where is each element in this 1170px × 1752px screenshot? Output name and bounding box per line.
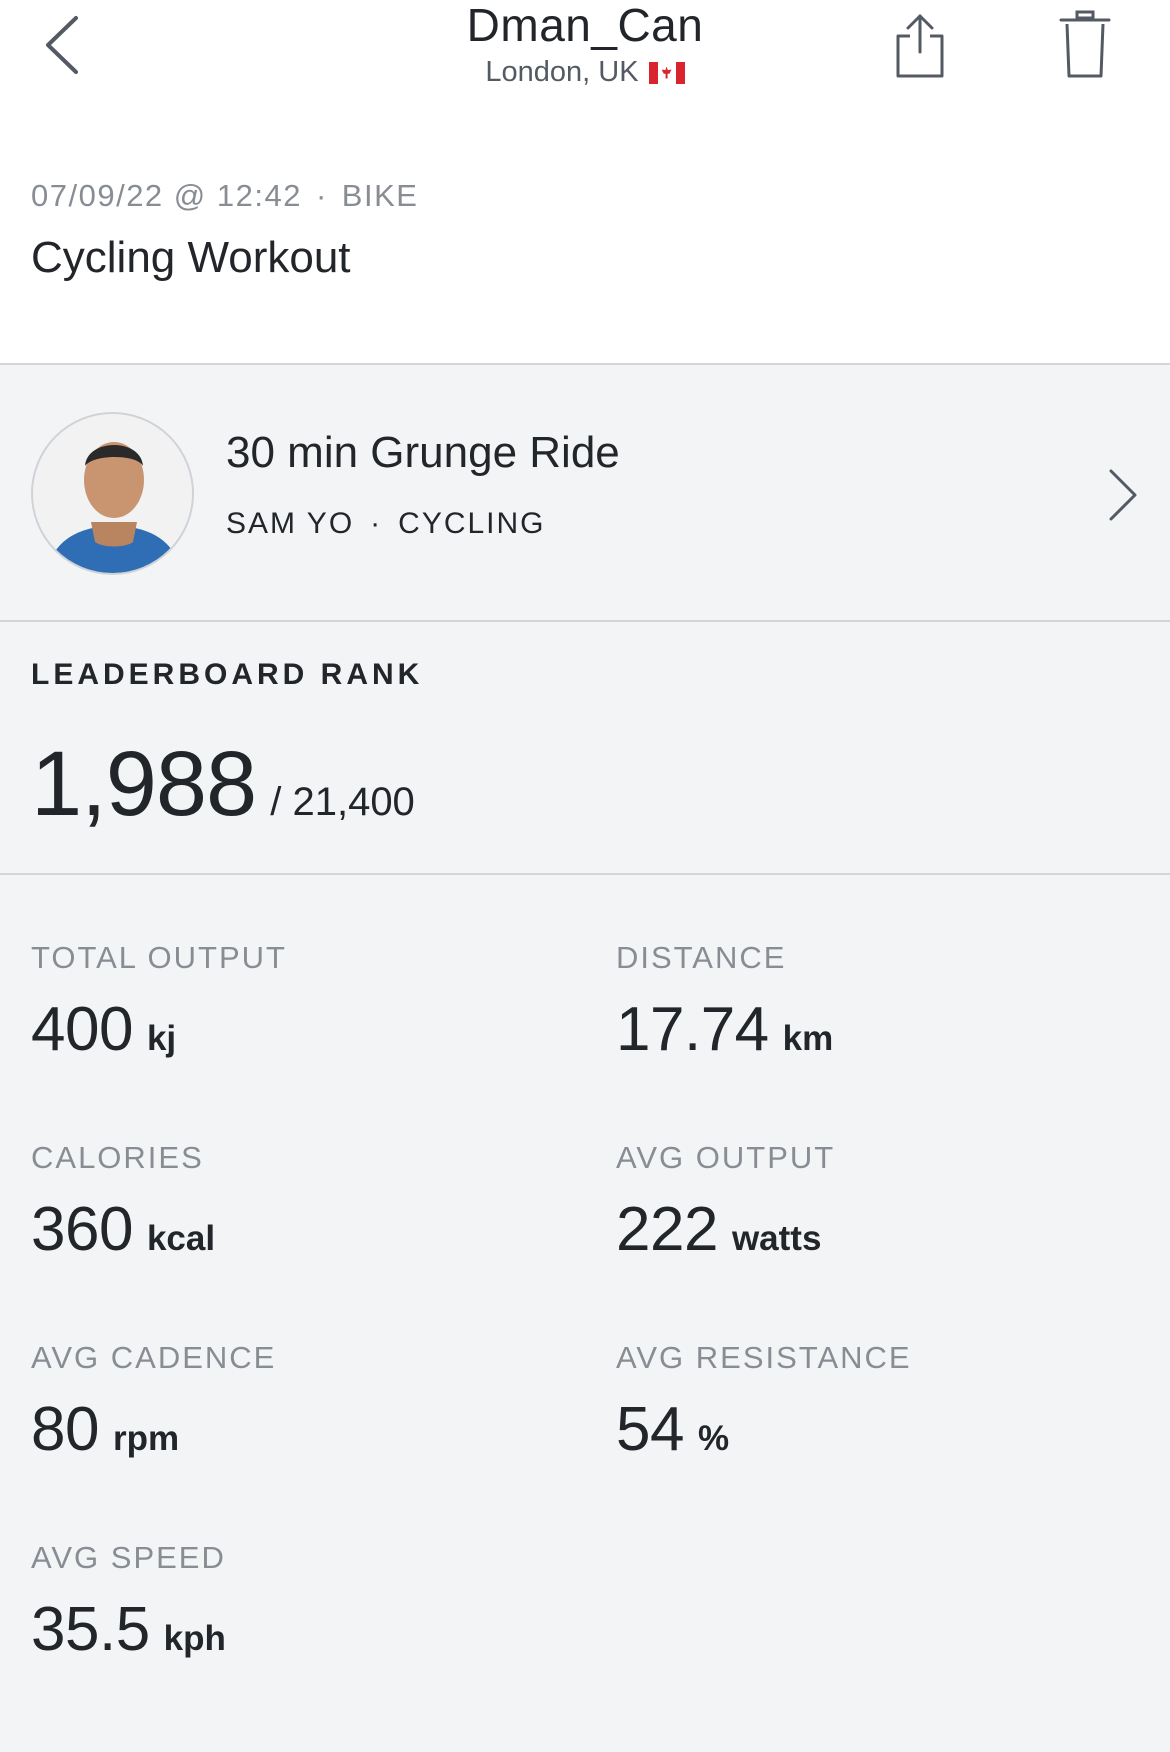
metric-value: 360 [31, 1195, 133, 1264]
workout-title: Cycling Workout [31, 233, 351, 282]
class-subtitle: SAM YO · CYCLING [226, 507, 546, 541]
metric-value: 400 [31, 995, 133, 1064]
canada-flag-icon [648, 61, 685, 84]
metric-value: 17.74 [616, 995, 769, 1064]
metric-label: DISTANCE [616, 940, 787, 975]
metric-calories: CALORIES 360 kcal [31, 1140, 551, 1265]
delete-button[interactable] [1055, 8, 1115, 80]
workout-detail-page: Dman_Can London, UK 07/09/22 @ 12:42 · B… [0, 0, 1170, 1752]
metric-unit: rpm [112, 1419, 180, 1458]
instructor-photo [33, 414, 192, 573]
workout-type: BIKE [341, 178, 419, 213]
trash-icon [1059, 10, 1111, 78]
metric-avg-speed: AVG SPEED 35.5 kph [31, 1540, 551, 1665]
metric-unit: kcal [146, 1219, 216, 1258]
instructor-avatar [31, 412, 194, 575]
metric-unit: % [697, 1419, 730, 1458]
metric-avg-output: AVG OUTPUT 222 watts [616, 1140, 1136, 1265]
metric-label: AVG OUTPUT [616, 1140, 836, 1175]
class-separator: · [370, 507, 383, 540]
metric-label: AVG RESISTANCE [616, 1340, 912, 1375]
metric-label: AVG CADENCE [31, 1340, 277, 1375]
share-icon [896, 14, 944, 78]
rank-row: 1,988 / 21,400 [31, 732, 415, 837]
metric-avg-cadence: AVG CADENCE 80 rpm [31, 1340, 551, 1465]
workout-date: 07/09/22 @ 12:42 [31, 178, 302, 213]
metric-unit: km [782, 1019, 834, 1058]
user-name[interactable]: Dman_Can [0, 0, 1170, 50]
user-location: London, UK [485, 56, 639, 88]
metric-label: AVG SPEED [31, 1540, 226, 1575]
instructor-name: SAM YO [226, 507, 355, 540]
metric-unit: kph [163, 1619, 226, 1658]
share-button[interactable] [890, 8, 950, 80]
metric-distance: DISTANCE 17.74 km [616, 940, 1136, 1065]
chevron-right-icon [1109, 469, 1137, 521]
metric-label: TOTAL OUTPUT [31, 940, 287, 975]
metric-total-output: TOTAL OUTPUT 400 kj [31, 940, 551, 1065]
metric-value: 80 [31, 1395, 99, 1464]
meta-separator: · [315, 178, 328, 213]
leaderboard-total: / 21,400 [270, 780, 415, 824]
title-block: Dman_Can London, UK [0, 0, 1170, 89]
class-discipline: CYCLING [398, 507, 546, 540]
metric-unit: watts [731, 1219, 822, 1258]
metric-unit: kj [146, 1019, 177, 1058]
location-row: London, UK [485, 56, 685, 89]
leaderboard-rank: 1,988 [31, 733, 257, 835]
workout-meta: 07/09/22 @ 12:42 · BIKE [31, 178, 418, 214]
class-title: 30 min Grunge Ride [226, 428, 620, 477]
metric-label: CALORIES [31, 1140, 204, 1175]
metric-value: 35.5 [31, 1595, 150, 1664]
leaderboard-section: LEADERBOARD RANK 1,988 / 21,400 [0, 622, 1170, 875]
class-row[interactable]: 30 min Grunge Ride SAM YO · CYCLING [0, 365, 1170, 622]
leaderboard-label: LEADERBOARD RANK [31, 658, 424, 691]
metric-avg-resistance: AVG RESISTANCE 54% [616, 1340, 1136, 1465]
header: Dman_Can London, UK 07/09/22 @ 12:42 · B… [0, 0, 1170, 365]
metric-value: 222 [616, 1195, 718, 1264]
metric-value: 54 [616, 1395, 684, 1464]
